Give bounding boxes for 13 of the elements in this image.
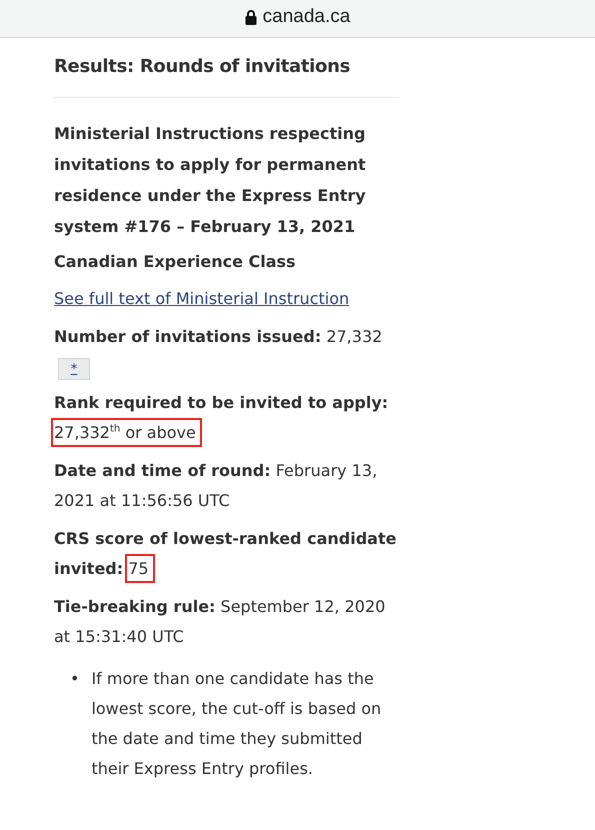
- page-title: Results: Rounds of invitations: [54, 56, 399, 98]
- url-text[interactable]: canada.ca: [262, 6, 350, 28]
- bullet-text: If more than one candidate has the lowest score, the cut-off is based on the date and time they submitted their Express Entry profiles.: [91, 668, 382, 780]
- fact-text: Number of invitations issued: 27,332: [54, 326, 384, 348]
- fact-text: Tie-breaking rule: September 12, 2020 at 15:31:40 UTC: [54, 596, 386, 648]
- instruction-link[interactable]: See full text of Ministerial Instruction: [54, 283, 350, 314]
- bullet-marker: •: [70, 668, 80, 690]
- subheading: Canadian Experience Class: [54, 251, 297, 273]
- fact-text: Rank required to be invited to apply: 27,332$^{th}$ or above: [54, 388, 399, 448]
- footnote-button[interactable]: *: [58, 358, 90, 380]
- fact-text: CRS score of lowest-ranked candidate invited: 75: [54, 524, 399, 584]
- section-heading: Ministerial Instructions respecting invitations to apply for permanent residence under the Express Entry system #176 – February 13, 2021: [54, 123, 367, 238]
- fact-text: Date and time of round: February 13, 2021 at 11:56:56 UTC: [54, 460, 378, 512]
